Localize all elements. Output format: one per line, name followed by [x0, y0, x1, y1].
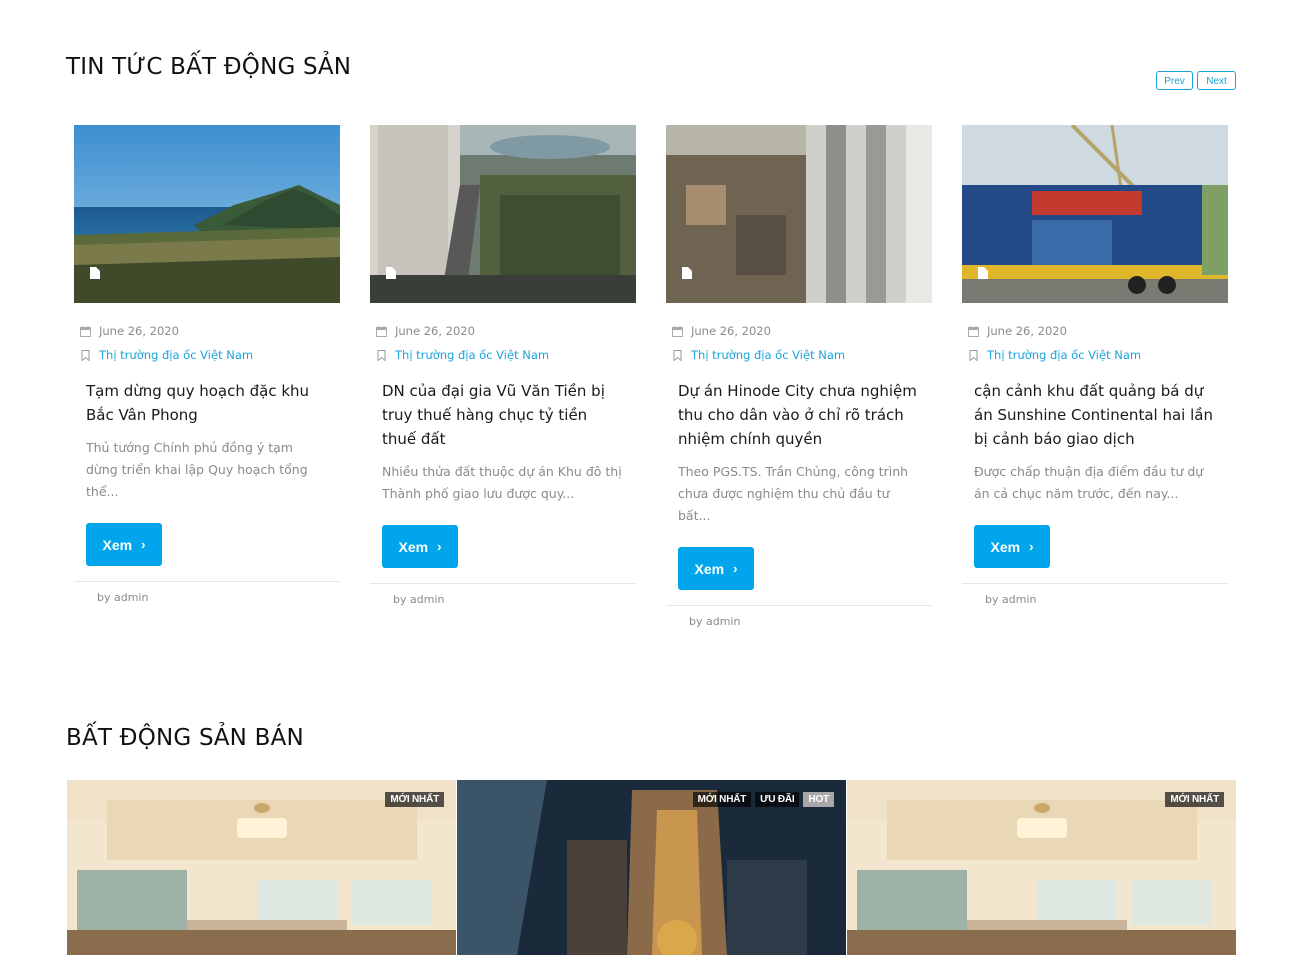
chevron-right-icon: › — [1029, 539, 1034, 554]
bookmark-icon — [673, 349, 682, 361]
read-more-button[interactable]: Xem › — [678, 547, 754, 590]
document-icon — [90, 267, 100, 279]
article-title[interactable]: DN của đại gia Vũ Văn Tiền bị truy thuế … — [382, 379, 624, 451]
news-section-title: TIN TỨC BẤT ĐỘNG SẢN — [66, 54, 352, 80]
listing-badges: MỚI NHẤT — [385, 792, 444, 807]
listing-badges: MỚI NHẤT ƯU ĐÃI HOT — [692, 792, 834, 807]
article-date: June 26, 2020 — [691, 324, 771, 338]
read-more-label: Xem — [102, 536, 133, 553]
read-more-button[interactable]: Xem › — [974, 525, 1050, 568]
article-author: by admin — [962, 583, 1228, 606]
property-listing[interactable]: MỚI NHẤT — [847, 780, 1236, 955]
article-title[interactable]: Dự án Hinode City chưa nghiệm thu cho dâ… — [678, 379, 920, 451]
calendar-icon — [672, 325, 683, 337]
property-listing[interactable]: MỚI NHẤT ƯU ĐÃI HOT — [457, 780, 846, 955]
bookmark-icon — [81, 349, 90, 361]
news-card: June 26, 2020 Thị trường địa ốc Việt Nam… — [962, 125, 1228, 606]
news-card: June 26, 2020 Thị trường địa ốc Việt Nam… — [74, 125, 340, 604]
badge-newest: MỚI NHẤT — [385, 792, 444, 807]
article-title[interactable]: cận cảnh khu đất quảng bá dự án Sunshine… — [974, 379, 1216, 451]
article-date: June 26, 2020 — [395, 324, 475, 338]
article-date: June 26, 2020 — [987, 324, 1067, 338]
article-excerpt: Thủ tướng Chính phủ đồng ý tạm dừng triể… — [86, 440, 308, 499]
prev-button[interactable]: Prev — [1156, 71, 1193, 90]
chevron-right-icon: › — [733, 561, 738, 576]
article-image[interactable] — [74, 125, 340, 303]
article-author: by admin — [74, 581, 340, 604]
badge-newest: MỚI NHẤT — [1165, 792, 1224, 807]
article-image[interactable] — [370, 125, 636, 303]
bookmark-icon — [377, 349, 386, 361]
article-date: June 26, 2020 — [99, 324, 179, 338]
calendar-icon — [968, 325, 979, 337]
article-category-link[interactable]: Thị trường địa ốc Việt Nam — [395, 348, 549, 362]
read-more-label: Xem — [694, 560, 725, 577]
document-icon — [682, 267, 692, 279]
read-more-button[interactable]: Xem › — [86, 523, 162, 566]
news-card: June 26, 2020 Thị trường địa ốc Việt Nam… — [370, 125, 636, 606]
property-listing[interactable]: MỚI NHẤT — [67, 780, 456, 955]
next-button[interactable]: Next — [1197, 71, 1236, 90]
read-more-label: Xem — [990, 538, 1021, 555]
article-category-link[interactable]: Thị trường địa ốc Việt Nam — [987, 348, 1141, 362]
article-title[interactable]: Tạm dừng quy hoạch đặc khu Bắc Vân Phong — [86, 379, 328, 427]
article-image[interactable] — [962, 125, 1228, 303]
read-more-label: Xem — [398, 538, 429, 555]
article-category-link[interactable]: Thị trường địa ốc Việt Nam — [99, 348, 253, 362]
document-icon — [978, 267, 988, 279]
article-author: by admin — [666, 605, 932, 628]
read-more-button[interactable]: Xem › — [382, 525, 458, 568]
badge-promo: ƯU ĐÃI — [755, 792, 800, 807]
chevron-right-icon: › — [437, 539, 442, 554]
article-excerpt: Nhiều thửa đất thuộc dự án Khu đô thị Th… — [382, 464, 622, 501]
document-icon — [386, 267, 396, 279]
news-card: June 26, 2020 Thị trường địa ốc Việt Nam… — [666, 125, 932, 628]
article-image[interactable] — [666, 125, 932, 303]
badge-newest: MỚI NHẤT — [692, 792, 752, 807]
article-excerpt: Được chấp thuận địa điểm đầu tư dự án cả… — [974, 464, 1204, 501]
badge-hot: HOT — [803, 792, 834, 807]
listing-badges: MỚI NHẤT — [1165, 792, 1224, 807]
bookmark-icon — [969, 349, 978, 361]
calendar-icon — [376, 325, 387, 337]
article-author: by admin — [370, 583, 636, 606]
article-category-link[interactable]: Thị trường địa ốc Việt Nam — [691, 348, 845, 362]
article-excerpt: Theo PGS.TS. Trần Chủng, công trình chưa… — [678, 464, 909, 523]
sale-section-title: BẤT ĐỘNG SẢN BÁN — [66, 725, 304, 751]
chevron-right-icon: › — [141, 537, 146, 552]
calendar-icon — [80, 325, 91, 337]
